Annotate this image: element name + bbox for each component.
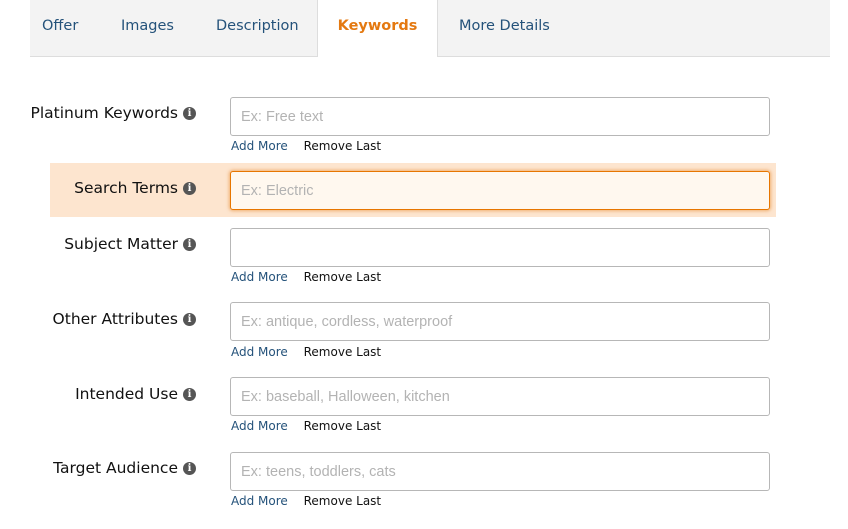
search-terms-input[interactable] (230, 171, 770, 210)
intended-use-label-text: Intended Use (75, 385, 178, 403)
add-more-link[interactable]: Add More (231, 270, 288, 284)
target-audience-label-text: Target Audience (53, 459, 178, 477)
other-attributes-label-text: Other Attributes (52, 310, 178, 328)
tab-keywords[interactable]: Keywords (317, 0, 438, 57)
other-attributes-input[interactable] (230, 302, 770, 341)
add-more-link[interactable]: Add More (231, 345, 288, 359)
add-more-link[interactable]: Add More (231, 494, 288, 508)
platinum-keywords-actions: Add More Remove Last (231, 139, 381, 153)
tab-offer[interactable]: Offer (42, 0, 78, 57)
other-attributes-actions: Add More Remove Last (231, 345, 381, 359)
other-attributes-label: Other Attributes i (53, 310, 196, 328)
info-icon[interactable]: i (183, 387, 196, 401)
remove-last-link[interactable]: Remove Last (304, 270, 382, 284)
intended-use-input[interactable] (230, 377, 770, 416)
info-icon[interactable]: i (183, 312, 196, 326)
search-terms-label-text: Search Terms (74, 179, 178, 197)
subject-matter-actions: Add More Remove Last (231, 270, 381, 284)
platinum-keywords-label: Platinum Keywords i (30, 104, 196, 122)
tab-images[interactable]: Images (121, 0, 174, 57)
info-icon[interactable]: i (183, 181, 196, 195)
subject-matter-label-text: Subject Matter (64, 235, 178, 253)
target-audience-label: Target Audience i (53, 459, 196, 477)
target-audience-actions: Add More Remove Last (231, 494, 381, 508)
remove-last-link[interactable]: Remove Last (304, 419, 382, 433)
tab-more-details[interactable]: More Details (459, 0, 550, 57)
tab-description[interactable]: Description (216, 0, 299, 57)
intended-use-actions: Add More Remove Last (231, 419, 381, 433)
add-more-link[interactable]: Add More (231, 139, 288, 153)
platinum-keywords-input[interactable] (230, 97, 770, 136)
info-icon[interactable]: i (183, 461, 196, 475)
subject-matter-input[interactable] (230, 228, 770, 267)
remove-last-link[interactable]: Remove Last (304, 494, 382, 508)
platinum-keywords-label-text: Platinum Keywords (30, 104, 179, 122)
intended-use-label: Intended Use i (75, 385, 196, 403)
add-more-link[interactable]: Add More (231, 419, 288, 433)
search-terms-label: Search Terms i (74, 179, 196, 197)
info-icon[interactable]: i (183, 237, 196, 251)
info-icon[interactable]: i (183, 106, 196, 120)
subject-matter-label: Subject Matter i (64, 235, 196, 253)
tab-bar: Offer Images Description Keywords More D… (30, 0, 830, 57)
target-audience-input[interactable] (230, 452, 770, 491)
remove-last-link[interactable]: Remove Last (304, 345, 382, 359)
remove-last-link[interactable]: Remove Last (304, 139, 382, 153)
